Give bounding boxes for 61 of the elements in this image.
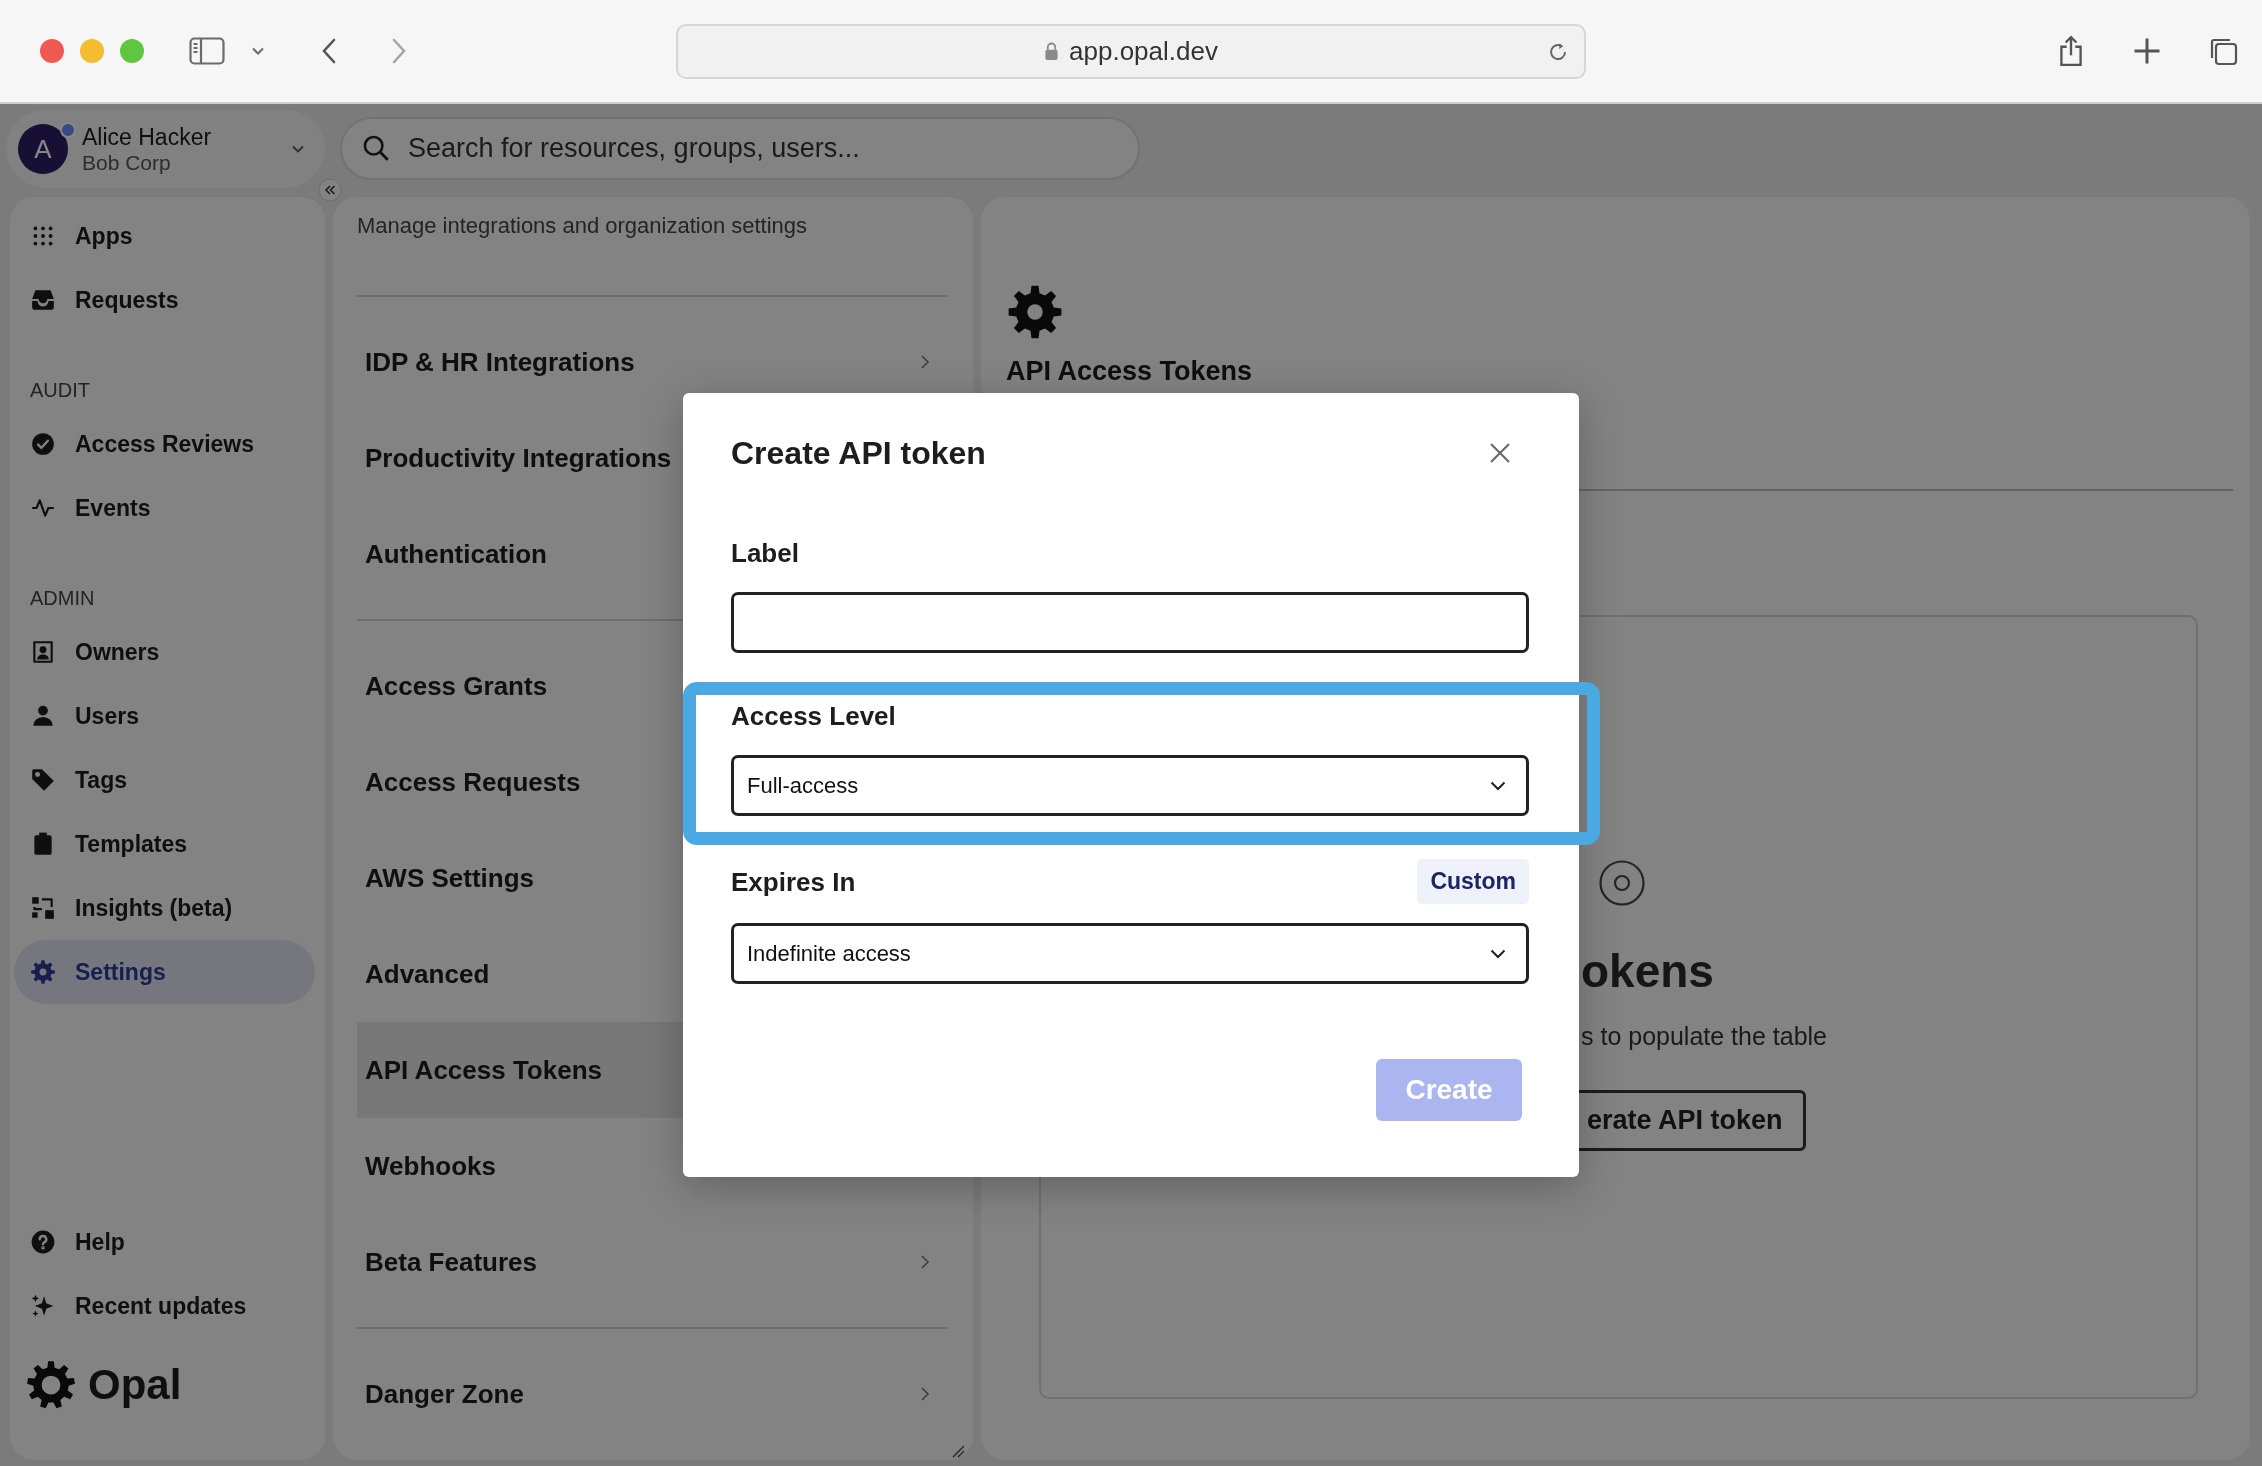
nav-item[interactable]: Owners — [14, 620, 315, 684]
settings-category[interactable]: IDP & HR Integrations — [357, 314, 948, 410]
logo-icon — [26, 1360, 76, 1410]
organization-name: Bob Corp — [82, 151, 172, 175]
page-title: API Access Tokens — [1006, 355, 1254, 388]
tag-icon — [30, 767, 56, 793]
account-switcher[interactable]: A Alice Hacker Bob Corp — [6, 110, 325, 188]
settings-category[interactable]: Danger Zone — [357, 1346, 948, 1442]
check-circle-icon — [30, 431, 56, 457]
chevron-down-icon — [1490, 948, 1506, 959]
field-label: Expires In — [731, 865, 856, 899]
empty-state-text: s to populate the table — [1581, 1021, 1828, 1052]
nav-item[interactable]: Events — [14, 476, 315, 540]
account-name: Alice Hacker — [82, 123, 212, 151]
input-field[interactable] — [731, 592, 1529, 653]
url-text: app.opal.dev — [1069, 35, 1218, 67]
nav-item[interactable]: Recent updates — [14, 1274, 315, 1338]
chevron-down-icon[interactable] — [251, 46, 265, 56]
dialog-title: Create API token — [731, 434, 986, 473]
nav-item[interactable]: Tags — [14, 748, 315, 812]
help-icon — [30, 1229, 56, 1255]
logo-wordmark: Opal — [88, 1361, 182, 1409]
nav-item[interactable]: Users — [14, 684, 315, 748]
insights-icon — [30, 895, 56, 921]
nav-item[interactable]: Requests — [14, 268, 315, 332]
nav-item[interactable]: Insights (beta) — [14, 876, 315, 940]
inbox-icon — [30, 287, 56, 313]
panel-description: Manage integrations and organization settings — [357, 212, 809, 240]
chevron-down-icon — [1490, 780, 1506, 791]
back-icon[interactable] — [321, 38, 337, 64]
gear-icon — [30, 959, 56, 985]
nav-item[interactable]: Templates — [14, 812, 315, 876]
settings-category[interactable]: Beta Features — [357, 1214, 948, 1310]
nav-item[interactable]: Settings — [14, 940, 315, 1004]
nav-item[interactable]: Access Reviews — [14, 412, 315, 476]
empty-state-title: okens — [1581, 944, 1714, 999]
field-label: Access Level — [731, 700, 896, 733]
sidebar-toggle-icon[interactable] — [189, 37, 225, 65]
search-field[interactable]: Search for resources, groups, users... — [340, 117, 1140, 180]
chevron-down-icon — [291, 144, 305, 154]
nav-item[interactable]: Apps — [14, 204, 315, 268]
address-bar[interactable]: app.opal.dev — [676, 23, 1586, 79]
avatar: A — [18, 124, 68, 174]
close-window-button[interactable] — [40, 39, 64, 63]
search-icon — [362, 134, 390, 162]
close-icon[interactable] — [1488, 441, 1512, 465]
nav-item[interactable]: Help — [14, 1210, 315, 1274]
resize-handle-icon[interactable] — [951, 1444, 965, 1458]
select-field[interactable]: Full-access — [731, 755, 1529, 816]
custom-button[interactable]: Custom — [1417, 859, 1529, 904]
user-icon — [30, 703, 56, 729]
field-label: Label — [731, 537, 799, 570]
section-heading: AUDIT — [29, 378, 91, 403]
status-dot — [60, 122, 76, 138]
select-field[interactable]: Indefinite access — [731, 923, 1529, 984]
target-icon — [1598, 859, 1646, 907]
portrait-icon — [30, 639, 56, 665]
lock-icon — [1044, 41, 1060, 61]
section-heading: ADMIN — [29, 586, 96, 611]
collapse-sidebar-icon[interactable] — [318, 178, 342, 202]
gear-icon — [1006, 283, 1064, 341]
